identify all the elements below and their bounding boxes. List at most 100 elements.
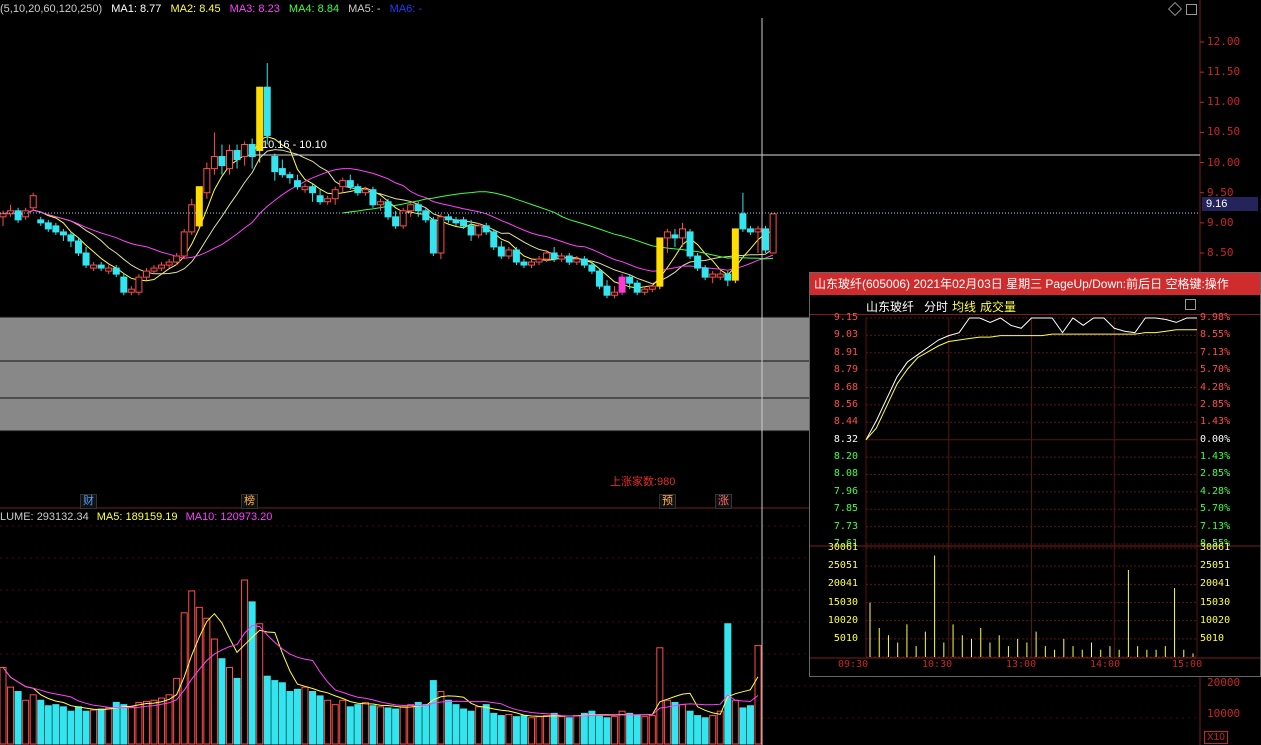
volume-bar: [550, 712, 558, 745]
popup-pct-label: 8.55%: [1200, 329, 1231, 341]
event-tag-zhang[interactable]: 涨: [715, 494, 732, 509]
candle-body: [248, 143, 256, 158]
volume-bar: [44, 705, 52, 745]
volume-value: 293132.34: [36, 511, 89, 523]
volume-bar: [452, 704, 460, 745]
volume-bar: [648, 715, 656, 745]
volume-bar: [226, 666, 233, 745]
event-tag-cai[interactable]: 财: [80, 494, 97, 509]
candle-body: [112, 267, 120, 275]
intraday-popup[interactable]: 山东玻纤(605006) 2021年02月03日 星期三 PageUp/Down…: [809, 272, 1261, 677]
popup-price-label: 8.79: [833, 364, 858, 376]
candle-body: [180, 231, 188, 257]
event-tag-bang[interactable]: 榜: [241, 494, 258, 509]
candle-body: [550, 252, 558, 260]
volume-bar: [22, 699, 30, 745]
price-tick-label: 10.50: [1207, 125, 1241, 139]
volume-bar: [716, 710, 724, 745]
candle-body: [324, 198, 332, 203]
ma2-value: 8.45: [199, 3, 221, 15]
candle-body: [14, 210, 22, 221]
candle-body: [293, 180, 301, 188]
candle-body: [558, 255, 566, 260]
window-icon[interactable]: [1186, 4, 1197, 15]
candle-body: [709, 273, 717, 278]
popup-pct-label: 9.98%: [1200, 312, 1231, 323]
popup-vol-label: 5010: [833, 632, 858, 644]
volume-bar: [339, 699, 347, 745]
popup-vol-label-right: 20041: [1200, 578, 1231, 590]
volume-bar: [354, 704, 362, 745]
candle-body: [588, 264, 596, 272]
candle-body: [97, 264, 105, 269]
candle-body: [731, 228, 739, 281]
candle-body: [203, 168, 211, 194]
volume-bar: [331, 704, 339, 745]
volume-bar: [565, 717, 573, 745]
candle-body: [452, 219, 460, 224]
candle-body: [716, 273, 724, 278]
candle-body: [543, 252, 551, 260]
price-tick-label: 9.00: [1207, 215, 1234, 229]
volume-bar: [278, 682, 286, 745]
volume-bar: [135, 701, 143, 745]
candle-body: [437, 216, 445, 254]
candle-body: [603, 285, 611, 296]
volume-bar: [286, 691, 294, 745]
candle-body: [301, 186, 309, 191]
volume-bar: [37, 699, 45, 745]
volume-bar: [694, 715, 702, 745]
candle-body: [271, 156, 279, 173]
volume-bar: [256, 623, 264, 745]
price-tick-label: 11.00: [1207, 95, 1241, 109]
candle-body: [44, 222, 52, 230]
volume-bar: [429, 680, 437, 745]
candle-body: [158, 264, 166, 269]
price-tick-label: 12.00: [1207, 35, 1241, 48]
candle-body: [331, 189, 339, 200]
price-tick-label: 11.50: [1207, 65, 1241, 79]
crosshair-price-label: 9.16: [1202, 197, 1258, 211]
volume-bar: [543, 715, 551, 745]
candle-body: [595, 270, 603, 287]
ma5-label: MA5:: [348, 3, 374, 15]
volume-bar: [686, 710, 694, 745]
popup-time-label: 13:00: [1006, 659, 1037, 670]
event-tag-yu[interactable]: 预: [659, 494, 676, 509]
ma5-value: -: [376, 3, 381, 15]
popup-price-label: 9.15: [833, 312, 858, 323]
candle-body: [286, 174, 294, 179]
candle-body: [633, 282, 641, 293]
intraday-chart[interactable]: [810, 295, 1260, 677]
candle-body: [392, 216, 400, 227]
volume-bar: [377, 706, 384, 745]
ma2-label: MA2:: [170, 3, 197, 15]
candle-body: [641, 288, 649, 293]
ma4-label: MA4:: [288, 3, 315, 15]
candle-body: [671, 234, 679, 239]
candle-body: [429, 219, 437, 254]
volume-bar: [641, 716, 649, 745]
volume-bar: [490, 712, 498, 745]
volume-bar: [14, 691, 22, 745]
volume-bar: [218, 658, 226, 745]
candle-body: [762, 228, 770, 251]
candle-body: [339, 180, 347, 188]
popup-vol-label: 20041: [827, 578, 858, 590]
volume-bar: [679, 704, 686, 745]
candle-body: [173, 255, 181, 263]
popup-title[interactable]: 山东玻纤(605006) 2021年02月03日 星期三 PageUp/Down…: [810, 273, 1260, 295]
candle-body: [210, 156, 218, 170]
vol-ma5-label: MA5:: [96, 511, 123, 523]
volume-bar: [633, 715, 641, 745]
candle-body: [120, 276, 128, 293]
candle-body: [626, 276, 634, 284]
volume-bar: [580, 712, 588, 745]
candle-body: [29, 195, 37, 209]
volume-bar: [384, 707, 392, 745]
volume-bar: [460, 708, 468, 745]
volume-bar: [210, 638, 218, 745]
volume-bar: [29, 694, 37, 745]
volume-bar: [52, 704, 60, 745]
volume-bar: [422, 704, 430, 745]
